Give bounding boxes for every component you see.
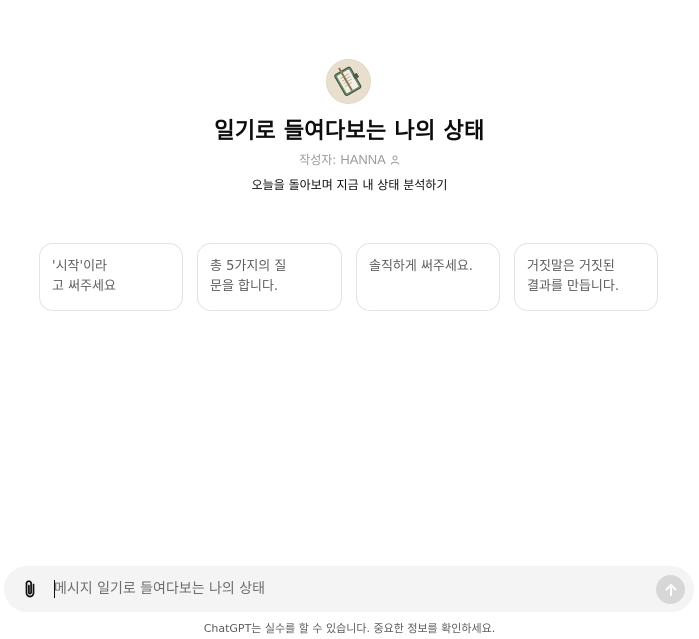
starter-line: 총 5가지의 질	[210, 259, 287, 274]
attach-button[interactable]	[18, 577, 42, 601]
starter-line: 고 써주세요	[52, 279, 116, 294]
starter-line: 문을 합니다.	[210, 279, 279, 294]
gpt-description: 오늘을 돌아보며 지금 내 상태 분석하기	[251, 178, 448, 192]
starter-line: 거짓말은 거짓된	[527, 259, 615, 274]
paperclip-icon	[25, 580, 35, 598]
conversation-starter-2[interactable]: 총 5가지의 질 문을 합니다.	[197, 243, 342, 311]
disclaimer-text: ChatGPT는 실수를 할 수 있습니다. 중요한 정보를 확인하세요.	[203, 622, 496, 635]
starter-line: 솔직하게 써주세요.	[369, 259, 473, 274]
conversation-starter-3[interactable]: 솔직하게 써주세요.	[356, 243, 500, 311]
author-line: 작성자: HANNA	[0, 151, 699, 168]
arrow-up-icon	[665, 583, 676, 596]
person-icon	[390, 155, 400, 165]
message-composer	[4, 566, 694, 612]
gpt-title: 일기로 들여다보는 나의 상태	[214, 119, 485, 144]
send-button[interactable]	[656, 575, 685, 604]
gpt-avatar	[327, 60, 370, 103]
gpt-landing-page: 일기로 들여다보는 나의 상태 작성자: HANNA 오늘을 돌아보며 지금 내…	[0, 0, 699, 639]
conversation-starter-1[interactable]: '시작'이라 고 써주세요	[39, 243, 183, 311]
text-caret	[54, 580, 55, 598]
conversation-starter-4[interactable]: 거짓말은 거짓된 결과를 만듭니다.	[514, 243, 658, 311]
diary-notebook-icon	[327, 60, 370, 103]
starter-line: '시작'이라	[52, 259, 107, 274]
message-input[interactable]	[52, 577, 642, 601]
author-prefix: 작성자:	[299, 153, 337, 167]
starter-line: 결과를 만듭니다.	[527, 279, 619, 294]
author-name[interactable]: HANNA	[340, 152, 386, 167]
